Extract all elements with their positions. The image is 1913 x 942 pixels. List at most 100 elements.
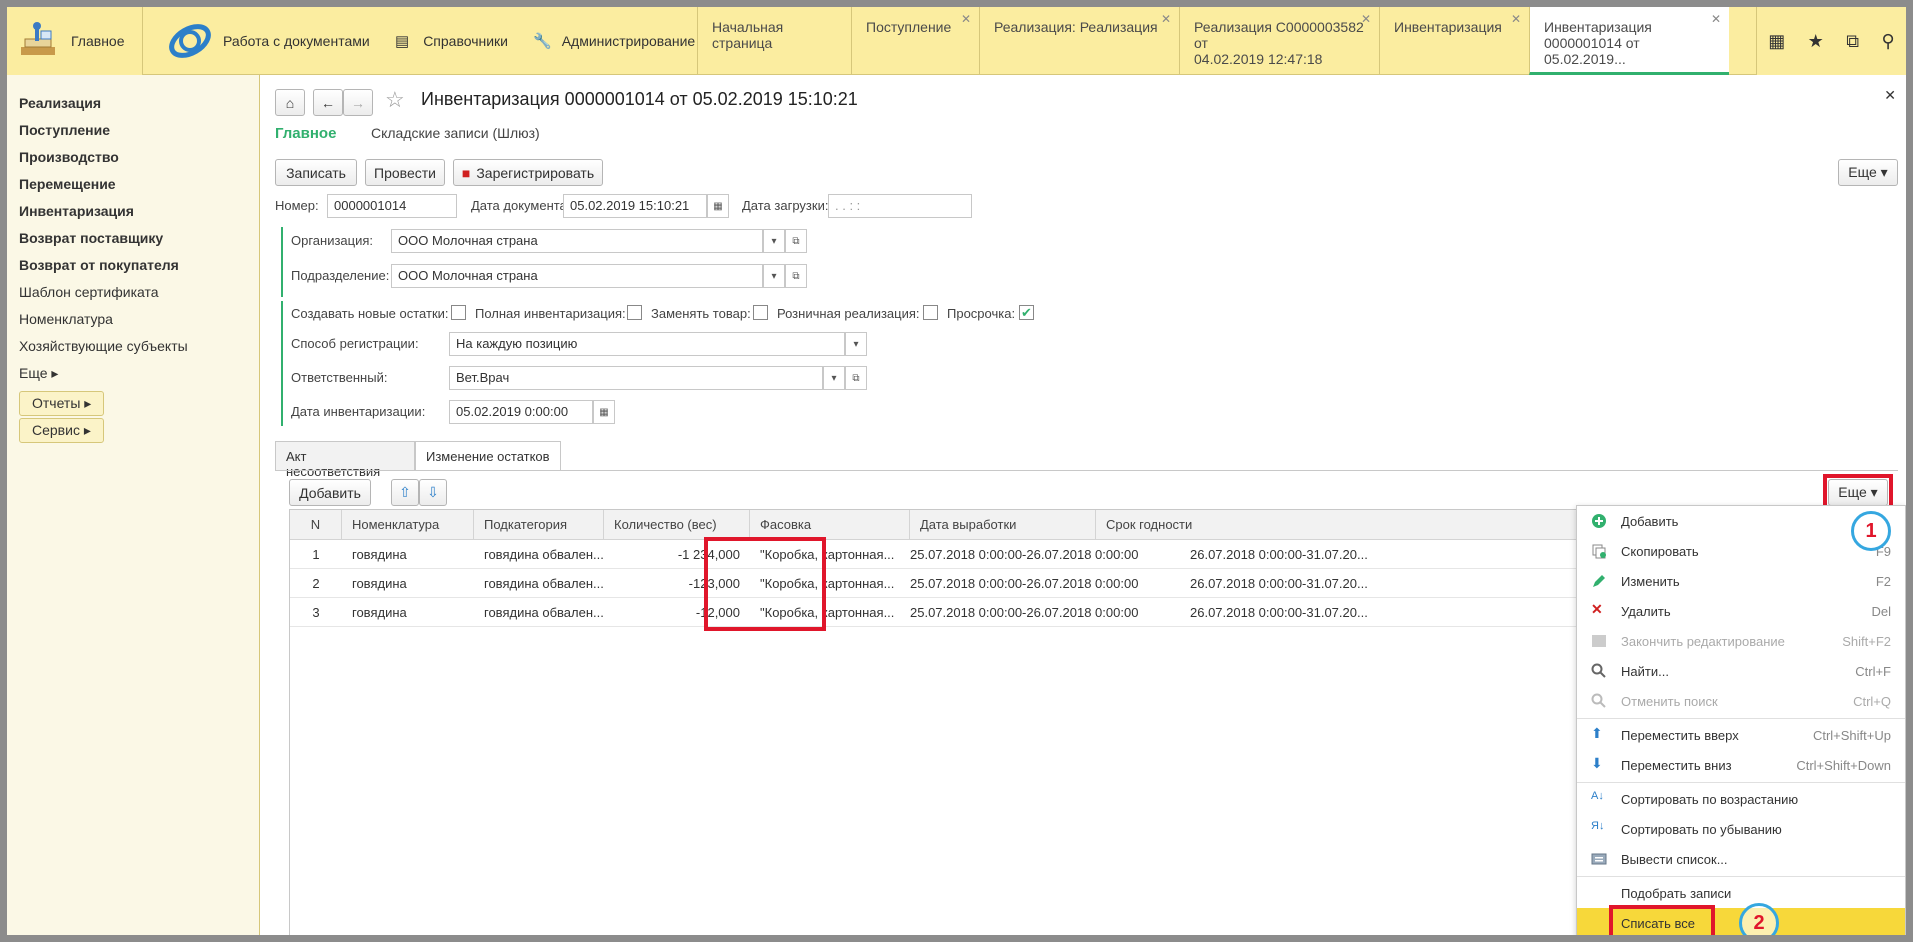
tab-receipts[interactable]: Поступление ✕ bbox=[851, 7, 979, 75]
flag-new-balances-label: Создавать новые остатки: bbox=[291, 306, 449, 321]
close-icon[interactable]: ✕ bbox=[1711, 11, 1721, 27]
menu-item-end-edit[interactable]: Закончить редактирование Shift+F2 bbox=[1577, 626, 1905, 656]
section-admin[interactable]: 🔧 Администрирование bbox=[533, 7, 695, 75]
tab-start-page[interactable]: Начальная страница bbox=[697, 7, 851, 75]
flag-retail-checkbox[interactable] bbox=[923, 305, 938, 320]
menu-item-find[interactable]: Найти... Ctrl+F bbox=[1577, 656, 1905, 686]
close-icon[interactable]: ✕ bbox=[1361, 11, 1371, 27]
open-icon[interactable]: ⧉ bbox=[845, 366, 867, 390]
close-icon[interactable]: ✕ bbox=[961, 11, 971, 27]
flag-overdue-checkbox[interactable]: ✔ bbox=[1019, 305, 1034, 320]
calendar-icon[interactable]: ▦ bbox=[707, 194, 729, 218]
apps-grid-icon[interactable]: ▦ bbox=[1768, 31, 1785, 52]
save-button[interactable]: Записать bbox=[275, 159, 357, 186]
post-button[interactable]: Провести bbox=[365, 159, 445, 186]
cell-prod-date: 25.07.2018 0:00:00-26.07.2018 0:00:00 bbox=[910, 547, 1139, 562]
menu-item-label: Отменить поиск bbox=[1621, 694, 1718, 709]
org-field[interactable]: ООО Молочная страна bbox=[391, 229, 763, 253]
flag-new-balances-checkbox[interactable] bbox=[451, 305, 466, 320]
col-header-expiry[interactable]: Срок годности bbox=[1096, 510, 1658, 540]
star-icon[interactable]: ★ bbox=[1808, 31, 1824, 52]
menu-item-move-down[interactable]: ⬇ Переместить вниз Ctrl+Shift+Down bbox=[1577, 750, 1905, 780]
reports-button[interactable]: Отчеты ▸ bbox=[19, 391, 105, 416]
dropdown-icon[interactable]: ▾ bbox=[763, 229, 785, 253]
tab-sales[interactable]: Реализация: Реализация ✕ bbox=[979, 7, 1179, 75]
calendar-icon[interactable]: ▦ bbox=[593, 400, 615, 424]
balance-table: N Номенклатура Подкатегория Количество (… bbox=[289, 509, 1659, 935]
menu-item-pick-records[interactable]: Подобрать записи bbox=[1577, 878, 1905, 908]
col-header-prod-date[interactable]: Дата выработки bbox=[910, 510, 1096, 540]
history-icon[interactable]: ⧉ bbox=[1846, 31, 1859, 52]
table-row[interactable]: 3 говядина говядина обвален... -12,000 "… bbox=[290, 598, 1658, 627]
table-row[interactable]: 2 говядина говядина обвален... -123,000 … bbox=[290, 569, 1658, 598]
tab-inventory[interactable]: Инвентаризация ✕ bbox=[1379, 7, 1529, 75]
group-marker bbox=[281, 301, 283, 426]
sidebar-item-return-customer[interactable]: Возврат от покупателя bbox=[19, 257, 179, 273]
col-header-subcategory[interactable]: Подкатегория bbox=[474, 510, 604, 540]
open-icon[interactable]: ⧉ bbox=[785, 264, 807, 288]
sidebar-item-more[interactable]: Еще ▸ bbox=[19, 365, 58, 382]
sidebar-item-sales[interactable]: Реализация bbox=[19, 95, 101, 111]
flag-full-inventory-checkbox[interactable] bbox=[627, 305, 642, 320]
table-row[interactable]: 1 говядина говядина обвален... -1 234,00… bbox=[290, 540, 1658, 569]
favorite-star-icon[interactable]: ☆ bbox=[385, 87, 405, 113]
section-references[interactable]: ▤ Справочники bbox=[395, 7, 508, 75]
sidebar-item-production[interactable]: Производство bbox=[19, 149, 119, 165]
section-home[interactable]: Главное bbox=[7, 7, 143, 75]
annotation-marker-2: 2 bbox=[1739, 903, 1779, 935]
menu-item-sort-desc[interactable]: Я↓ Сортировать по убыванию bbox=[1577, 814, 1905, 844]
load-date-field[interactable]: . . : : bbox=[828, 194, 972, 218]
number-label: Номер: bbox=[275, 198, 319, 213]
sidebar-item-return-supplier[interactable]: Возврат поставщику bbox=[19, 230, 163, 246]
move-up-button[interactable]: ⇧ bbox=[391, 479, 419, 506]
end-edit-icon bbox=[1591, 633, 1607, 649]
menu-item-sort-asc[interactable]: A↓ Сортировать по возрастанию bbox=[1577, 784, 1905, 814]
col-header-pack[interactable]: Фасовка bbox=[750, 510, 910, 540]
sidebar-item-nomenclature[interactable]: Номенклатура bbox=[19, 311, 113, 327]
nav-tab-main[interactable]: Главное bbox=[275, 125, 336, 142]
number-field[interactable]: 0000001014 bbox=[327, 194, 457, 218]
sidebar-item-certificate-template[interactable]: Шаблон сертификата bbox=[19, 284, 159, 300]
close-form-icon[interactable]: ✕ bbox=[1884, 87, 1896, 104]
doc-date-field[interactable]: 05.02.2019 15:10:21 bbox=[563, 194, 707, 218]
menu-item-label: Закончить редактирование bbox=[1621, 634, 1785, 649]
sidebar-item-transfer[interactable]: Перемещение bbox=[19, 176, 116, 192]
register-button[interactable]: ■ Зарегистрировать bbox=[453, 159, 603, 186]
tab-balance-changes[interactable]: Изменение остатков bbox=[415, 441, 561, 471]
close-icon[interactable]: ✕ bbox=[1511, 11, 1521, 27]
tab-inventory-doc[interactable]: Инвентаризация 0000001014 от 05.02.2019.… bbox=[1529, 7, 1729, 75]
sidebar-item-entities[interactable]: Хозяйствующие субъекты bbox=[19, 338, 188, 354]
tab-act[interactable]: Акт несоответствия bbox=[275, 441, 415, 479]
menu-item-edit[interactable]: Изменить F2 bbox=[1577, 566, 1905, 596]
reg-method-field[interactable]: На каждую позицию bbox=[449, 332, 845, 356]
sidebar-item-inventory[interactable]: Инвентаризация bbox=[19, 203, 134, 219]
flag-replace-checkbox[interactable] bbox=[753, 305, 768, 320]
grid-add-button[interactable]: Добавить bbox=[289, 479, 371, 506]
dept-field[interactable]: ООО Молочная страна bbox=[391, 264, 763, 288]
back-button[interactable]: ← bbox=[313, 89, 343, 116]
menu-item-cancel-search[interactable]: Отменить поиск Ctrl+Q bbox=[1577, 686, 1905, 716]
open-icon[interactable]: ⧉ bbox=[785, 229, 807, 253]
col-header-item[interactable]: Номенклатура bbox=[342, 510, 474, 540]
menu-item-move-up[interactable]: ⬆ Переместить вверх Ctrl+Shift+Up bbox=[1577, 720, 1905, 750]
menu-item-delete[interactable]: ✕ Удалить Del bbox=[1577, 596, 1905, 626]
nav-tab-warehouse[interactable]: Складские записи (Шлюз) bbox=[371, 125, 540, 141]
responsible-field[interactable]: Вет.Врач bbox=[449, 366, 823, 390]
move-down-button[interactable]: ⇩ bbox=[419, 479, 447, 506]
forward-button[interactable]: → bbox=[343, 89, 373, 116]
dropdown-icon[interactable]: ▾ bbox=[763, 264, 785, 288]
search-icon[interactable]: ⚲ bbox=[1882, 31, 1895, 52]
dropdown-icon[interactable]: ▾ bbox=[845, 332, 867, 356]
section-documents[interactable]: Работа с документами bbox=[167, 7, 370, 75]
more-button-top[interactable]: Еще ▾ bbox=[1838, 159, 1898, 186]
sidebar-item-receipts[interactable]: Поступление bbox=[19, 122, 110, 138]
dropdown-icon[interactable]: ▾ bbox=[823, 366, 845, 390]
tab-sale-doc[interactable]: Реализация С0000003582 от 04.02.2019 12:… bbox=[1179, 7, 1379, 75]
service-button[interactable]: Сервис ▸ bbox=[19, 418, 104, 443]
col-header-n[interactable]: N bbox=[290, 510, 342, 540]
close-icon[interactable]: ✕ bbox=[1161, 11, 1171, 27]
inv-date-field[interactable]: 05.02.2019 0:00:00 bbox=[449, 400, 593, 424]
home-button[interactable]: ⌂ bbox=[275, 89, 305, 116]
col-header-qty[interactable]: Количество (вес) bbox=[604, 510, 750, 540]
menu-item-print-list[interactable]: Вывести список... bbox=[1577, 844, 1905, 874]
